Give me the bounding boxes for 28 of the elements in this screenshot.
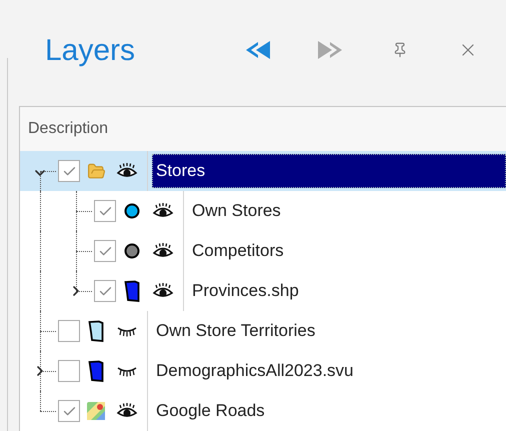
eye-icon[interactable] bbox=[152, 243, 174, 259]
layer-name[interactable]: Own Store Territories bbox=[152, 314, 320, 348]
eye-icon[interactable] bbox=[152, 203, 174, 219]
layer-name[interactable]: DemographicsAll2023.svu bbox=[152, 354, 358, 388]
layer-checkbox[interactable] bbox=[58, 160, 80, 182]
double-right-arrow-icon bbox=[316, 40, 344, 60]
closed-eye-icon[interactable] bbox=[116, 325, 138, 337]
layer-name[interactable]: Google Roads bbox=[152, 394, 269, 428]
layer-name[interactable]: Own Stores bbox=[188, 194, 285, 228]
layer-checkbox[interactable] bbox=[94, 240, 116, 262]
layer-checkbox[interactable] bbox=[94, 280, 116, 302]
pin-icon bbox=[392, 42, 408, 58]
layer-checkbox[interactable] bbox=[58, 360, 80, 382]
eye-icon[interactable] bbox=[116, 403, 138, 419]
layer-checkbox[interactable] bbox=[58, 320, 80, 342]
map-icon bbox=[86, 401, 106, 421]
panel-title: Layers bbox=[45, 32, 136, 68]
folder-icon bbox=[86, 162, 106, 180]
layer-checkbox[interactable] bbox=[58, 400, 80, 422]
eye-icon[interactable] bbox=[116, 163, 138, 179]
layer-name[interactable]: Competitors bbox=[188, 234, 288, 268]
column-header[interactable]: Description bbox=[28, 117, 108, 141]
eye-icon[interactable] bbox=[152, 283, 174, 299]
double-left-arrow-icon bbox=[244, 40, 272, 60]
layer-checkbox[interactable] bbox=[94, 200, 116, 222]
closed-eye-icon[interactable] bbox=[116, 365, 138, 377]
layer-name[interactable]: Provinces.shp bbox=[188, 274, 303, 308]
layer-name[interactable]: Stores bbox=[152, 154, 506, 188]
